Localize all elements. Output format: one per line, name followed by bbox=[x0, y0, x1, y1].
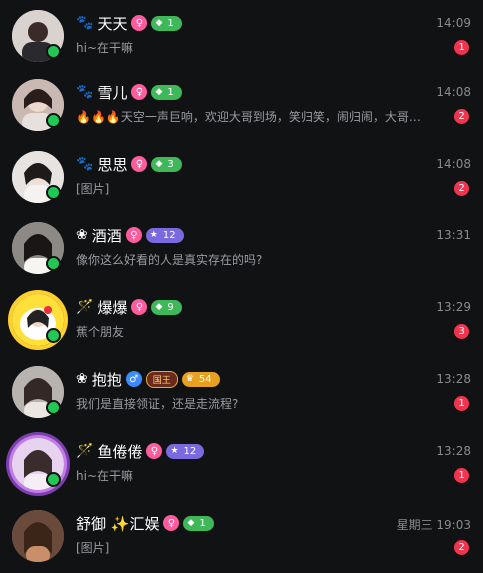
conversation-row[interactable]: 🐾 思思 ♀ ◆ 3 14:08 [图片] 2 bbox=[0, 141, 483, 214]
conversation-list: 🐾 天天 ♀ ◆ 1 14:09 hi~在干嘛 1 🐾 雪儿 ♀ ◆ 1 14:08… bbox=[0, 0, 483, 565]
level-value: 3 bbox=[167, 158, 174, 170]
unread-count-badge: 2 bbox=[454, 181, 469, 196]
contact-name: 鱼倦倦 bbox=[97, 442, 143, 461]
avatar bbox=[12, 510, 64, 562]
unread-count-badge: 1 bbox=[454, 468, 469, 483]
online-status-icon bbox=[46, 185, 61, 200]
online-status-icon bbox=[46, 44, 61, 59]
message-preview: hi~在干嘛 bbox=[76, 41, 133, 55]
conversation-row[interactable]: 🐾 雪儿 ♀ ◆ 1 14:08 🔥🔥🔥天空一声巨响，欢迎大哥到场，笑归笑，闹归闹… bbox=[0, 69, 483, 142]
gender-female-icon: ♀ bbox=[131, 84, 148, 100]
gender-male-icon: ♂ bbox=[125, 371, 142, 387]
unread-count-badge: 2 bbox=[454, 109, 469, 124]
level-value: 1 bbox=[167, 86, 174, 98]
contact-name: 酒酒 bbox=[91, 226, 122, 245]
name-prefix-icon: 🐾 bbox=[76, 156, 94, 172]
contact-name: 抱抱 bbox=[91, 370, 122, 389]
conversation-row[interactable]: 🪄 鱼倦倦 ♀ ★ 12 13:28 hi~在干嘛 1 bbox=[0, 428, 483, 501]
crown-title-badge: 国王 bbox=[145, 370, 178, 388]
level-badge: ◆ 1 bbox=[151, 15, 182, 31]
unread-count-badge: 2 bbox=[454, 540, 469, 555]
message-preview: 蕉个朋友 bbox=[76, 325, 125, 339]
level-badge: ♛ 54 bbox=[181, 371, 220, 387]
message-time: 星期三 19:03 bbox=[396, 518, 471, 532]
name-prefix-icon: 🐾 bbox=[76, 84, 94, 100]
unread-count-badge: 1 bbox=[454, 396, 469, 411]
conversation-row[interactable]: 🪄 爆爆 ♀ ◆ 9 13:29 蕉个朋友 3 bbox=[0, 284, 483, 357]
crown-icon: ♛ bbox=[185, 374, 194, 384]
level-value: 54 bbox=[198, 373, 212, 385]
message-time: 14:08 bbox=[436, 85, 471, 99]
conversation-row[interactable]: ❀ 酒酒 ♀ ★ 12 13:31 像你这么好看的人是真实存在的吗? bbox=[0, 212, 483, 285]
name-prefix-icon: ❀ bbox=[76, 371, 88, 387]
online-status-icon bbox=[46, 113, 61, 128]
online-status-icon bbox=[46, 328, 61, 343]
message-time: 13:29 bbox=[436, 300, 471, 314]
contact-name: 爆爆 bbox=[97, 298, 128, 317]
contact-name: 思思 bbox=[97, 155, 128, 174]
diamond-icon: ◆ bbox=[155, 18, 163, 28]
level-value: 9 bbox=[167, 301, 174, 313]
level-badge: ◆ 3 bbox=[151, 156, 182, 172]
unread-count-badge: 3 bbox=[454, 324, 469, 339]
level-badge: ◆ 1 bbox=[183, 515, 214, 531]
online-status-icon bbox=[46, 472, 61, 487]
contact-name: 舒御 ✨汇娱 bbox=[76, 514, 160, 533]
star-icon: ★ bbox=[170, 446, 179, 456]
conversation-row[interactable]: 🐾 天天 ♀ ◆ 1 14:09 hi~在干嘛 1 bbox=[0, 0, 483, 73]
message-preview: 我们是直接领证，还是走流程? bbox=[76, 397, 239, 411]
message-preview: [图片] bbox=[76, 182, 110, 196]
online-status-icon bbox=[46, 400, 61, 415]
unread-count-badge: 1 bbox=[454, 40, 469, 55]
name-prefix-icon: 🐾 bbox=[76, 15, 94, 31]
message-time: 13:28 bbox=[436, 372, 471, 386]
star-icon: ★ bbox=[149, 230, 158, 240]
gender-female-icon: ♀ bbox=[163, 515, 180, 531]
message-time: 14:09 bbox=[436, 16, 471, 30]
diamond-icon: ◆ bbox=[155, 302, 163, 312]
message-preview: hi~在干嘛 bbox=[76, 469, 133, 483]
level-value: 12 bbox=[183, 445, 197, 457]
gender-female-icon: ♀ bbox=[131, 156, 148, 172]
diamond-icon: ◆ bbox=[155, 159, 163, 169]
level-badge: ◆ 9 bbox=[151, 299, 182, 315]
message-preview: 像你这么好看的人是真实存在的吗? bbox=[76, 253, 263, 267]
level-value: 1 bbox=[167, 17, 174, 29]
contact-name: 雪儿 bbox=[97, 83, 128, 102]
name-prefix-icon: ❀ bbox=[76, 227, 88, 243]
gender-female-icon: ♀ bbox=[131, 299, 148, 315]
name-prefix-icon: 🪄 bbox=[76, 443, 94, 459]
message-preview: [图片] bbox=[76, 541, 110, 555]
message-preview: 🔥🔥🔥天空一声巨响，欢迎大哥到场，笑归笑，闹归闹，大哥… bbox=[76, 110, 421, 124]
diamond-icon: ◆ bbox=[155, 87, 163, 97]
diamond-icon: ◆ bbox=[187, 518, 195, 528]
level-value: 1 bbox=[199, 517, 206, 529]
gender-female-icon: ♀ bbox=[125, 227, 142, 243]
level-value: 12 bbox=[162, 229, 176, 241]
level-badge: ★ 12 bbox=[166, 443, 205, 459]
contact-name: 天天 bbox=[97, 14, 128, 33]
message-time: 13:31 bbox=[436, 228, 471, 242]
online-status-icon bbox=[46, 256, 61, 271]
gender-female-icon: ♀ bbox=[146, 443, 163, 459]
level-badge: ★ 12 bbox=[145, 227, 184, 243]
name-prefix-icon: 🪄 bbox=[76, 299, 94, 315]
gender-female-icon: ♀ bbox=[131, 15, 148, 31]
conversation-row[interactable]: 舒御 ✨汇娱 ♀ ◆ 1 星期三 19:03 [图片] 2 bbox=[0, 500, 483, 573]
level-badge: ◆ 1 bbox=[151, 84, 182, 100]
message-time: 14:08 bbox=[436, 157, 471, 171]
message-time: 13:28 bbox=[436, 444, 471, 458]
conversation-row[interactable]: ❀ 抱抱 ♂ 国王 ♛ 54 13:28 我们是直接领证，还是走流程? 1 bbox=[0, 356, 483, 429]
